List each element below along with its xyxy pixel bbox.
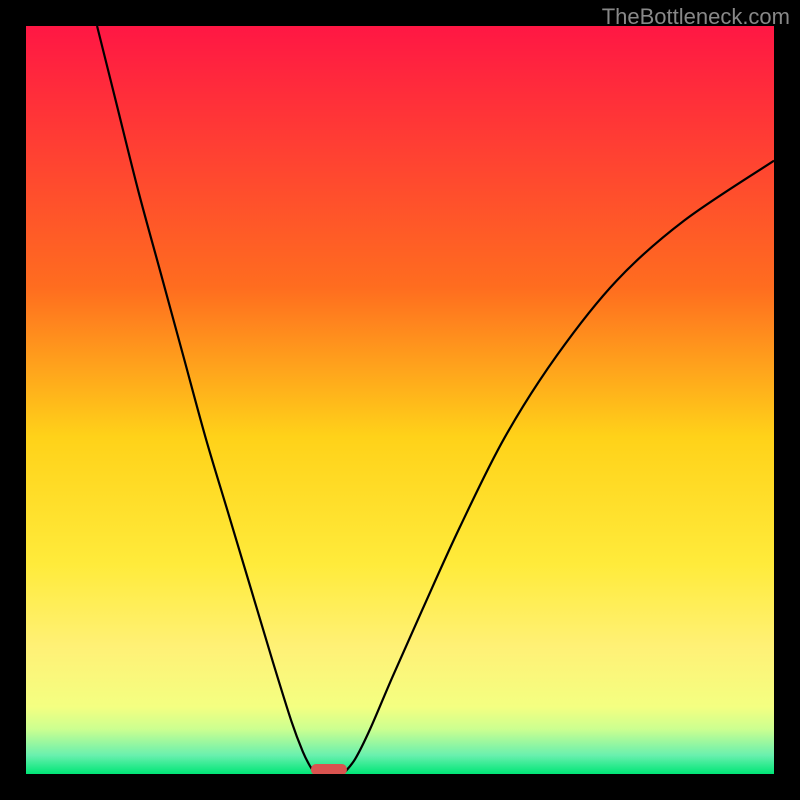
watermark-text: TheBottleneck.com: [602, 4, 790, 30]
chart-plot-area: [26, 26, 774, 774]
bottleneck-marker: [311, 764, 347, 774]
chart-svg: [26, 26, 774, 774]
